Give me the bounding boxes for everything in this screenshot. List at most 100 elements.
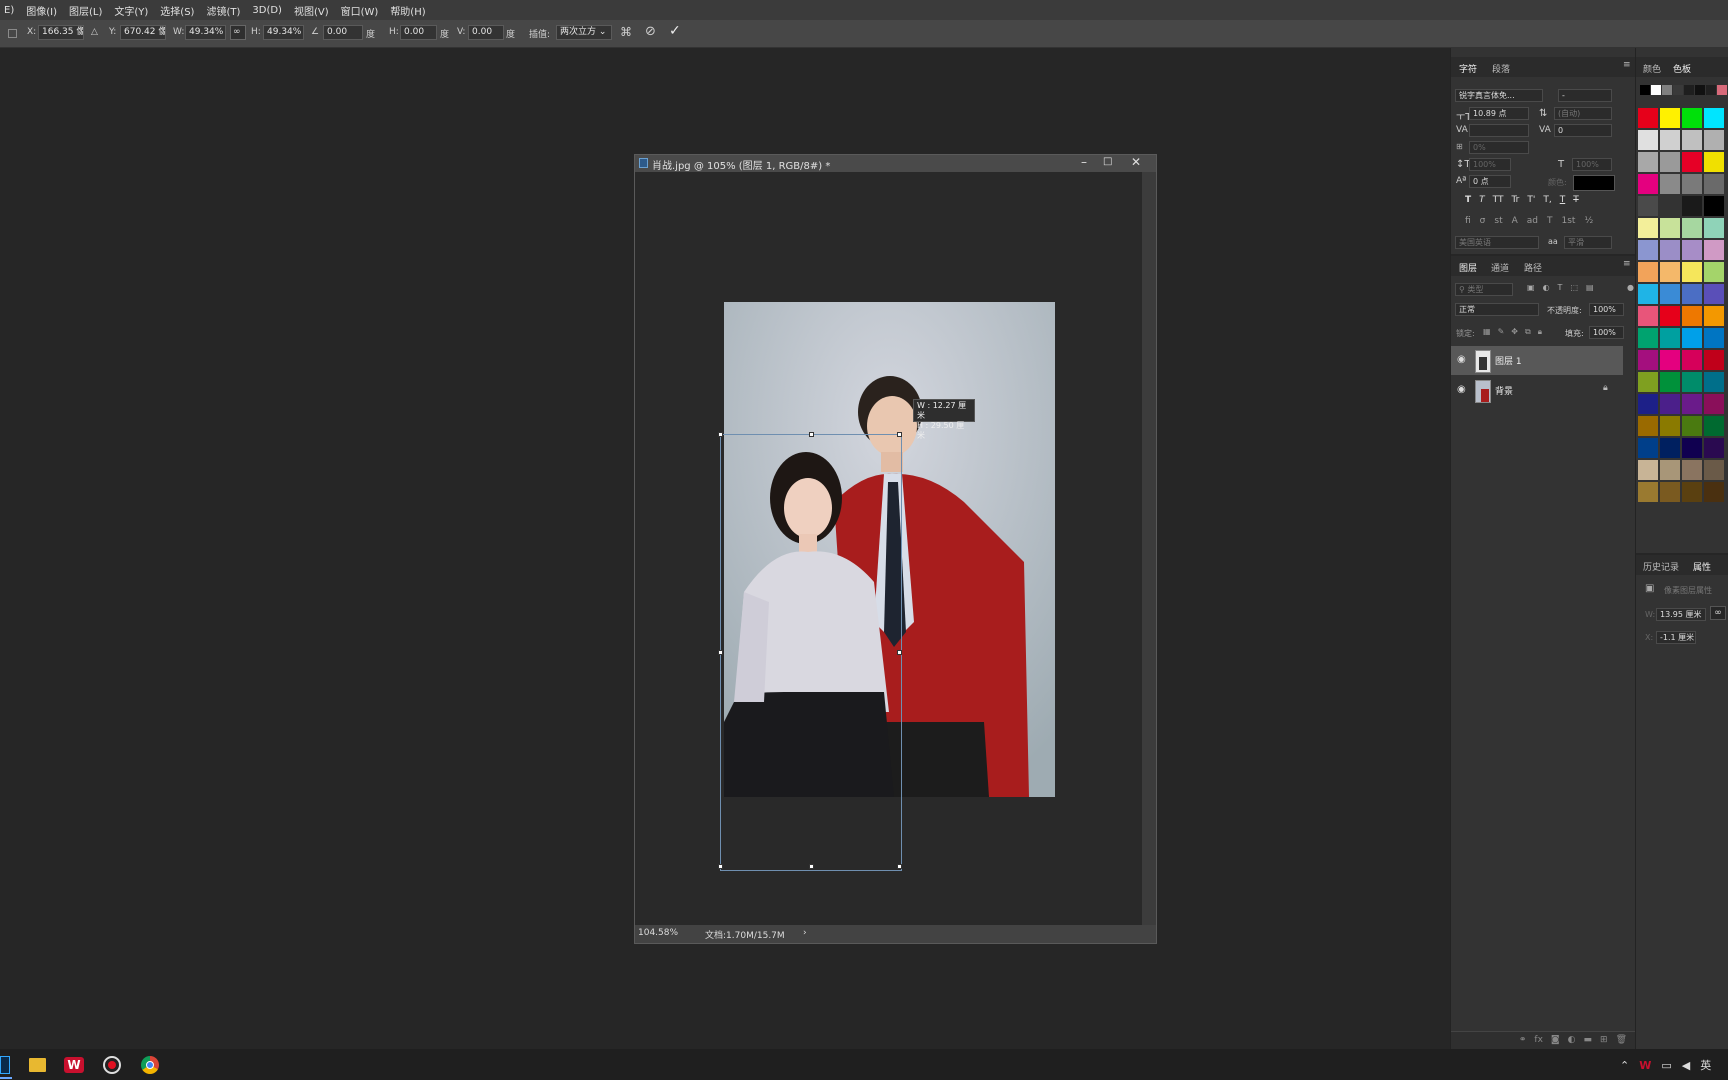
menu-select[interactable]: 选择(S) xyxy=(160,3,194,18)
network-icon[interactable]: ▭ xyxy=(1661,1059,1671,1072)
transform-handle-l[interactable] xyxy=(718,650,723,655)
color-swatch[interactable] xyxy=(1704,372,1724,392)
hscale-input[interactable]: 100% xyxy=(1572,158,1612,171)
color-swatch[interactable] xyxy=(1638,328,1658,348)
kerning-input[interactable] xyxy=(1469,124,1529,137)
commit-transform-icon[interactable]: ✓ xyxy=(669,23,681,39)
color-swatch[interactable] xyxy=(1682,240,1702,260)
color-swatch[interactable] xyxy=(1660,152,1680,172)
warp-icon[interactable]: ⌘ xyxy=(620,25,632,39)
visibility-eye-icon[interactable]: ◉ xyxy=(1457,354,1466,365)
prop-x-input[interactable]: -1.1 厘米 xyxy=(1656,631,1696,644)
recorder-icon[interactable] xyxy=(103,1056,121,1074)
tracking-input[interactable]: 0 xyxy=(1554,124,1612,137)
chrome-icon[interactable] xyxy=(141,1056,159,1074)
file-explorer-icon[interactable] xyxy=(29,1058,46,1072)
wps-tray-icon[interactable]: W xyxy=(1639,1059,1651,1072)
menu-window[interactable]: 窗口(W) xyxy=(341,3,379,18)
color-swatch[interactable] xyxy=(1682,108,1702,128)
interpolation-select[interactable]: 两次立方 ⌄ xyxy=(556,25,612,40)
new-group-icon[interactable]: ▬ xyxy=(1584,1035,1593,1045)
new-adjustment-icon[interactable]: ◐ xyxy=(1568,1035,1576,1045)
lock-artboard-icon[interactable]: ⧉ xyxy=(1525,327,1531,339)
transform-handle-br[interactable] xyxy=(897,864,902,869)
color-swatch[interactable] xyxy=(1638,460,1658,480)
ordinals-button[interactable]: 1st xyxy=(1562,216,1576,230)
opacity-input[interactable]: 100% xyxy=(1589,303,1624,316)
color-swatch[interactable] xyxy=(1704,482,1724,502)
color-swatch[interactable] xyxy=(1638,416,1658,436)
color-swatch[interactable] xyxy=(1704,394,1724,414)
menu-filter[interactable]: 滤镜(T) xyxy=(206,3,240,18)
vscale-input[interactable]: 100% xyxy=(1469,158,1511,171)
color-swatch[interactable] xyxy=(1638,152,1658,172)
color-swatch[interactable] xyxy=(1682,130,1702,150)
transform-handle-r[interactable] xyxy=(897,650,902,655)
tab-history[interactable]: 历史记录 xyxy=(1643,560,1679,573)
font-family-select[interactable]: 锐字真言体免... xyxy=(1455,89,1543,102)
subscript-button[interactable]: T, xyxy=(1543,195,1551,209)
color-swatch[interactable] xyxy=(1638,240,1658,260)
tab-layers[interactable]: 图层 xyxy=(1459,261,1477,274)
font-style-select[interactable]: - xyxy=(1558,89,1612,102)
color-swatch[interactable] xyxy=(1682,306,1702,326)
cancel-transform-icon[interactable]: ⊘ xyxy=(645,24,656,39)
transform-handle-b[interactable] xyxy=(809,864,814,869)
alternates-button[interactable]: ad xyxy=(1527,216,1538,230)
minimize-icon[interactable]: – xyxy=(1081,155,1087,169)
color-swatch[interactable] xyxy=(1638,350,1658,370)
tab-channels[interactable]: 通道 xyxy=(1491,261,1509,274)
tab-swatches[interactable]: 色板 xyxy=(1673,62,1691,75)
menu-view[interactable]: 视图(V) xyxy=(294,3,329,18)
color-swatch[interactable] xyxy=(1682,350,1702,370)
color-swatch[interactable] xyxy=(1660,196,1680,216)
volume-icon[interactable]: ◀︎ xyxy=(1682,1059,1690,1072)
status-arrow-icon[interactable]: › xyxy=(803,928,807,938)
menu-edit[interactable]: E) xyxy=(4,5,14,16)
color-swatch[interactable] xyxy=(1638,130,1658,150)
recent-swatch[interactable] xyxy=(1651,85,1661,95)
menu-layer[interactable]: 图层(L) xyxy=(69,3,102,18)
color-swatch[interactable] xyxy=(1638,174,1658,194)
color-swatch[interactable] xyxy=(1638,284,1658,304)
link-icon[interactable]: ∞ xyxy=(230,25,246,40)
filter-toggle-icon[interactable]: ● xyxy=(1627,283,1634,292)
adjustment-filter-icon[interactable]: ◐ xyxy=(1543,283,1550,296)
smart-filter-icon[interactable]: ▤ xyxy=(1586,283,1594,296)
underline-button[interactable]: T xyxy=(1560,195,1566,209)
vskew-input[interactable]: 0.00 xyxy=(468,25,504,40)
transform-handle-tl[interactable] xyxy=(718,432,723,437)
tab-color[interactable]: 颜色 xyxy=(1643,62,1661,75)
recent-swatch[interactable] xyxy=(1684,85,1694,95)
color-swatch[interactable] xyxy=(1660,218,1680,238)
blend-mode-select[interactable]: 正常 xyxy=(1455,303,1539,316)
faux-italic-button[interactable]: T xyxy=(1479,195,1485,209)
transform-handle-t[interactable] xyxy=(809,432,814,437)
photoshop-app-icon[interactable] xyxy=(0,1056,10,1074)
document-titlebar[interactable]: 肖战.jpg @ 105% (图层 1, RGB/8#) * – □ ✕ xyxy=(635,155,1156,172)
color-swatch[interactable] xyxy=(1638,482,1658,502)
color-swatch[interactable] xyxy=(1682,262,1702,282)
color-swatch[interactable] xyxy=(1682,460,1702,480)
color-swatch[interactable] xyxy=(1638,218,1658,238)
color-swatch[interactable] xyxy=(1704,306,1724,326)
prop-w-input[interactable]: 13.95 厘米 xyxy=(1656,608,1706,621)
color-swatch[interactable] xyxy=(1638,306,1658,326)
color-swatch[interactable] xyxy=(1660,262,1680,282)
titling-button[interactable]: T xyxy=(1547,216,1553,230)
small-caps-button[interactable]: Tr xyxy=(1511,195,1519,209)
ligature-button[interactable]: fi xyxy=(1465,216,1471,230)
vertical-scrollbar[interactable] xyxy=(1142,172,1156,925)
tab-paths[interactable]: 路径 xyxy=(1524,261,1542,274)
color-swatch[interactable] xyxy=(1682,284,1702,304)
type-filter-icon[interactable]: T xyxy=(1558,283,1563,296)
old-style-button[interactable]: σ xyxy=(1480,216,1486,230)
color-swatch[interactable] xyxy=(1682,438,1702,458)
color-swatch[interactable] xyxy=(1682,196,1702,216)
tab-paragraph[interactable]: 段落 xyxy=(1492,62,1510,75)
color-swatch[interactable] xyxy=(1638,196,1658,216)
lock-position-icon[interactable]: ✥ xyxy=(1511,327,1518,339)
recent-swatch[interactable] xyxy=(1640,85,1650,95)
trash-icon[interactable]: 🗑︎ xyxy=(1616,1035,1627,1045)
recent-swatch[interactable] xyxy=(1673,85,1683,95)
